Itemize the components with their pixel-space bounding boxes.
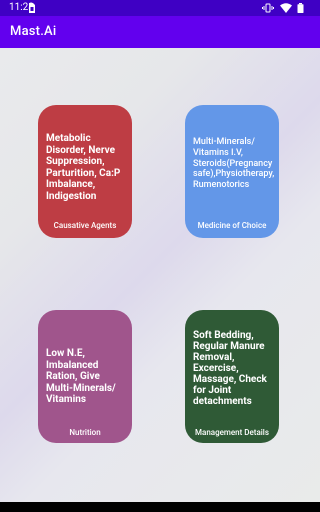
app-screen: 11:28 Mast.Ai Metabolic Disorder, Nerve … — [0, 0, 320, 512]
medicine-of-choice-card[interactable]: Multi-Minerals/ Vitamins I.V, Steroids(P… — [185, 105, 279, 238]
nutrition-card[interactable]: Low N.E, Imbalanced Ration, Give Multi-M… — [38, 310, 132, 443]
vibrate-icon — [262, 3, 274, 13]
causative-agents-caption: Causative Agents — [53, 221, 117, 230]
navigation-bar — [0, 502, 320, 512]
medicine-of-choice-caption: Medicine of Choice — [197, 221, 267, 230]
causative-agents-text: Metabolic Disorder, Nerve Suppression, P… — [46, 133, 121, 202]
app-title: Mast.Ai — [10, 24, 57, 39]
battery-icon — [297, 3, 304, 13]
sim-card-icon — [29, 3, 35, 13]
management-details-caption: Management Details — [195, 428, 269, 437]
management-details-card[interactable]: Soft Bedding, Regular Manure Removal, Ex… — [185, 310, 279, 443]
content-area: Metabolic Disorder, Nerve Suppression, P… — [0, 48, 320, 502]
nutrition-caption: Nutrition — [69, 428, 101, 437]
app-bar: Mast.Ai — [0, 16, 320, 48]
management-details-text: Soft Bedding, Regular Manure Removal, Ex… — [193, 330, 267, 407]
status-bar: 11:28 — [0, 0, 320, 16]
medicine-of-choice-text: Multi-Minerals/ Vitamins I.V, Steroids(P… — [193, 137, 275, 191]
nutrition-text: Low N.E, Imbalanced Ration, Give Multi-M… — [46, 348, 116, 405]
causative-agents-card[interactable]: Metabolic Disorder, Nerve Suppression, P… — [38, 105, 132, 238]
wifi-icon — [280, 3, 292, 13]
